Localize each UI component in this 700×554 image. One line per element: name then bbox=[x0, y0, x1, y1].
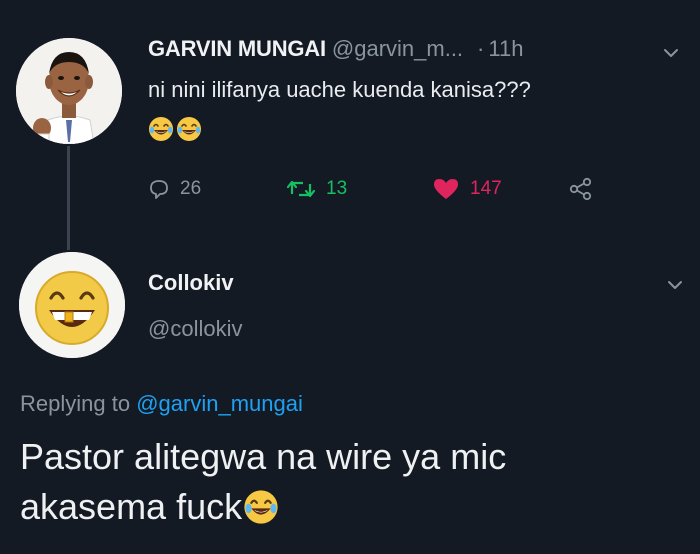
laughing-tears-emoji-icon bbox=[177, 117, 201, 141]
tweet-timestamp[interactable]: 11h bbox=[488, 36, 523, 61]
retweet-button[interactable]: 13 bbox=[286, 172, 347, 206]
cartoon-man-avatar-icon bbox=[16, 38, 122, 144]
share-icon bbox=[569, 177, 592, 201]
heart-icon bbox=[434, 179, 458, 199]
reply-button[interactable]: 26 bbox=[148, 172, 201, 206]
reply-count: 26 bbox=[180, 178, 202, 199]
laughing-tears-emoji-icon bbox=[149, 117, 173, 141]
like-button[interactable]: 147 bbox=[432, 172, 502, 206]
author-name[interactable]: GARVIN MUNGAI bbox=[148, 36, 326, 61]
reply-text-line-2-words: akasema fuck bbox=[20, 486, 243, 527]
reply-text-line-2: akasema fuck bbox=[20, 482, 660, 532]
tweet-actions-bar: 26 13 147 bbox=[148, 172, 618, 206]
chevron-down-icon[interactable] bbox=[660, 42, 682, 64]
tweet-thread: GARVIN MUNGAI @garvin_m... · 11h ni nini il… bbox=[0, 0, 700, 554]
chevron-down-icon[interactable] bbox=[664, 274, 686, 296]
laughing-tears-emoji-icon bbox=[244, 490, 278, 524]
avatar-garvin-mungai[interactable] bbox=[16, 38, 122, 144]
reply-author-handle[interactable]: @collokiv bbox=[148, 316, 242, 342]
avatar-collokiv[interactable] bbox=[19, 252, 125, 358]
replying-to-link[interactable]: @garvin_mungai bbox=[136, 391, 303, 416]
retweet-icon bbox=[286, 180, 316, 198]
replying-prefix: Replying to bbox=[20, 391, 131, 416]
separator-dot: · bbox=[477, 36, 485, 61]
thread-connector-line bbox=[67, 146, 70, 250]
reply-text-line-1: Pastor alitegwa na wire ya mic bbox=[20, 436, 507, 477]
share-button[interactable] bbox=[568, 172, 604, 206]
replying-to-line: Replying to @garvin_mungai bbox=[20, 391, 303, 417]
tweet-text: ni nini ilifanya uache kuenda kanisa??? bbox=[148, 77, 531, 102]
grinning-emoji-avatar-icon bbox=[19, 252, 125, 358]
tweet-header: GARVIN MUNGAI @garvin_m... · 11h bbox=[148, 36, 688, 70]
author-handle[interactable]: @garvin_m... bbox=[332, 36, 463, 61]
like-count: 147 bbox=[470, 178, 502, 199]
retweet-count: 13 bbox=[326, 178, 348, 199]
tweet-emoji-row bbox=[148, 116, 204, 146]
reply-author-name[interactable]: Collokiv bbox=[148, 270, 234, 296]
reply-text: Pastor alitegwa na wire ya mic akasema f… bbox=[20, 432, 660, 532]
reply-icon bbox=[150, 180, 168, 199]
